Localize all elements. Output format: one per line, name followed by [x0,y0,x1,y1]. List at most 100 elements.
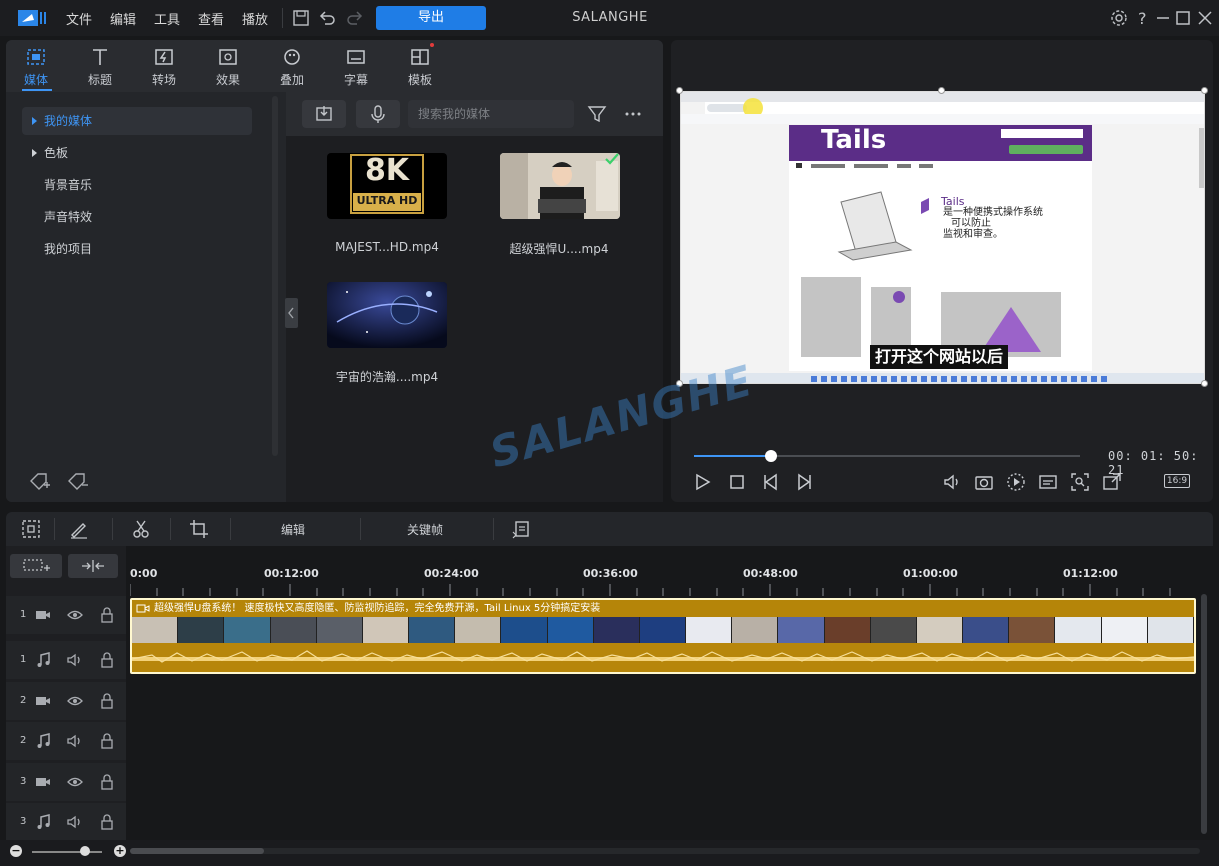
tab-effect[interactable]: 效果 [198,44,258,90]
undo-icon[interactable] [316,7,338,29]
add-track-button[interactable] [10,554,62,578]
export-button[interactable]: 导出 [376,6,486,30]
sidebar-scrollbar[interactable] [272,96,278,456]
resize-handle[interactable] [676,87,683,94]
tab-label: 标题 [87,73,112,87]
menu-tools[interactable]: 工具 [154,9,180,28]
eye-icon[interactable] [66,773,84,791]
divider [282,8,283,28]
edit-button[interactable]: 编辑 [281,521,305,538]
more-options-icon[interactable] [622,103,644,125]
tab-template[interactable]: 模板 [390,44,450,90]
resize-handle[interactable] [1201,87,1208,94]
add-tag-icon[interactable] [28,470,52,492]
eye-icon[interactable] [66,606,84,624]
tab-label: 转场 [151,73,176,87]
sidebar-item-sound-fx[interactable]: 声音特效 [22,203,252,231]
video-subtitle: 打开这个网站以后 [870,345,1009,369]
sidebar-item-my-projects[interactable]: 我的项目 [22,235,252,263]
play-icon[interactable] [692,472,712,492]
tab-overlay[interactable]: 叠加 [262,44,322,90]
template-icon [409,46,431,68]
tab-label: 字幕 [343,73,368,87]
timeline-clip[interactable]: 超级强悍U盘系统！ 速度极快又高度隐匿、防监视防追踪，完全免费开源，Tail L… [130,598,1196,674]
lock-icon[interactable] [98,606,116,624]
sidebar-item-bg-music[interactable]: 背景音乐 [22,171,252,199]
zoom-in-icon[interactable]: + [114,845,126,857]
speaker-icon[interactable] [66,813,84,831]
minimize-icon[interactable] [1152,7,1174,29]
site-logo: Tails [821,125,887,155]
menu-edit[interactable]: 编辑 [110,9,136,28]
media-thumbnail[interactable] [500,153,620,219]
tab-label: 效果 [215,73,240,87]
thumb-text: 8K [364,153,410,188]
menu-view[interactable]: 查看 [198,9,224,28]
redo-icon[interactable] [344,7,366,29]
snapshot-icon[interactable] [974,472,994,492]
search-media-input[interactable] [408,100,574,128]
remove-tag-icon[interactable] [66,470,90,492]
lock-icon[interactable] [98,692,116,710]
clip-thumbnails [132,617,1194,643]
ruler-label: 00:48:00 [743,567,798,580]
menu-file[interactable]: 文件 [66,9,92,28]
timeline-horizontal-scrollbar[interactable] [130,848,264,854]
lock-icon[interactable] [98,813,116,831]
tab-title[interactable]: 标题 [70,44,130,90]
scissors-icon[interactable] [130,518,152,540]
menu-play[interactable]: 播放 [242,9,268,28]
sidebar-item-color-board[interactable]: 色板 [22,139,252,167]
select-tool-icon[interactable] [20,518,42,540]
sidebar-item-my-media[interactable]: 我的媒体 [22,107,252,135]
tab-media[interactable]: 媒体 [6,44,66,90]
preview-video[interactable]: Tails Tails 是一种便携式操作系统 可以防止 监视和审查。 打开这个网… [680,91,1205,384]
fit-timeline-button[interactable] [68,554,118,578]
site-text: 可以防止 [951,218,991,229]
zoom-slider-knob[interactable] [80,846,90,856]
help-icon[interactable]: ? [1132,7,1154,29]
zoom-preview-icon[interactable] [1070,472,1090,492]
speaker-icon[interactable] [66,732,84,750]
zoom-out-icon[interactable]: − [10,845,22,857]
media-thumbnail[interactable]: 8K ULTRA HD [327,153,447,219]
stop-icon[interactable] [727,472,747,492]
subtitle-edit-icon[interactable] [510,518,532,540]
crop-icon[interactable] [188,518,210,540]
tab-transition[interactable]: 转场 [134,44,194,90]
save-icon[interactable] [290,7,312,29]
filter-icon[interactable] [586,103,608,125]
divider [54,518,55,540]
timeline-vertical-scrollbar[interactable] [1201,594,1207,834]
app-logo [18,8,48,28]
media-thumbnail[interactable] [327,282,447,348]
tab-subtitle[interactable]: 字幕 [326,44,386,90]
keyframe-button[interactable]: 关键帧 [407,521,443,538]
maximize-icon[interactable] [1172,7,1194,29]
ruler-ticks[interactable] [130,584,1196,596]
subtitle-icon [345,46,367,68]
next-frame-icon[interactable] [794,472,814,492]
aspect-ratio-button[interactable]: 16:9 [1164,474,1190,488]
resize-handle[interactable] [938,87,945,94]
lock-icon[interactable] [98,773,116,791]
fullscreen-icon[interactable] [1102,472,1122,492]
lock-icon[interactable] [98,651,116,669]
zoom-slider-track[interactable] [32,851,102,853]
track-number: 1 [20,654,27,665]
pen-tool-icon[interactable] [68,518,90,540]
settings-icon[interactable] [1108,7,1130,29]
lock-icon[interactable] [98,732,116,750]
subtitle-toggle-icon[interactable] [1038,472,1058,492]
record-voice-button[interactable] [356,100,400,128]
speaker-icon[interactable] [66,651,84,669]
volume-icon[interactable] [942,472,962,492]
divider [170,518,171,540]
resize-handle[interactable] [1201,380,1208,387]
eye-icon[interactable] [66,692,84,710]
import-media-button[interactable] [302,100,346,128]
collapse-panel-button[interactable] [285,298,298,328]
prev-frame-icon[interactable] [761,472,781,492]
close-icon[interactable] [1194,7,1216,29]
quality-icon[interactable] [1006,472,1026,492]
